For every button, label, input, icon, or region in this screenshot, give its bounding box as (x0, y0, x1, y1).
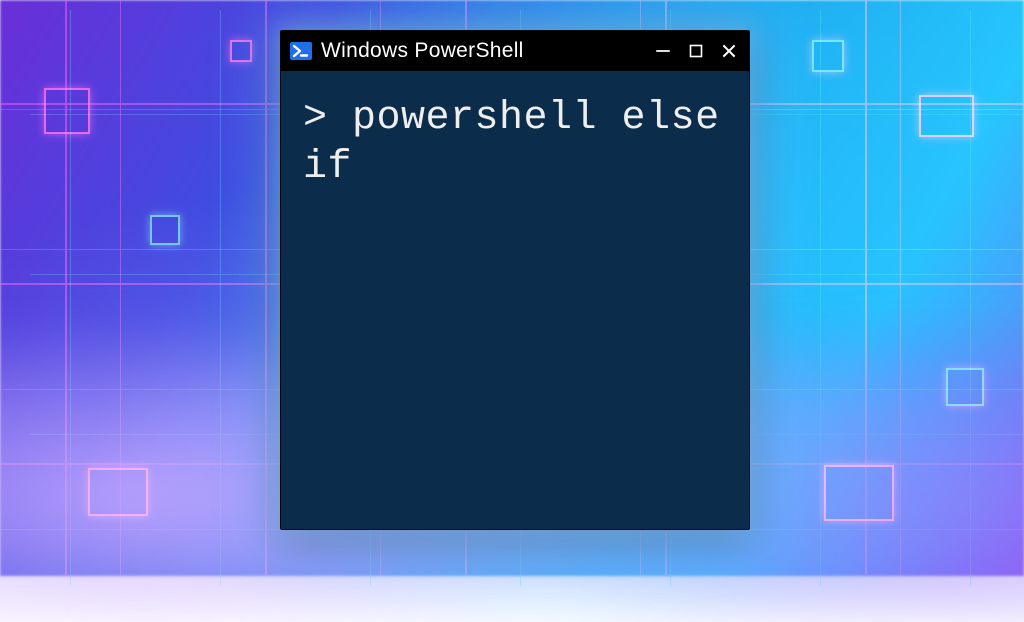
command-text: powershell else if (303, 96, 744, 190)
maximize-button[interactable] (686, 41, 706, 61)
wallpaper-chip-accent (44, 88, 90, 134)
wallpaper-chip-accent (919, 95, 974, 137)
terminal-content[interactable]: > powershell else if (281, 71, 749, 529)
powershell-icon (289, 39, 313, 63)
prompt-symbol: > (303, 96, 352, 141)
wallpaper-chip-accent (812, 40, 844, 72)
powershell-window: Windows PowerShell > powershell else if (280, 30, 750, 530)
wallpaper-chip-accent (824, 465, 894, 521)
wallpaper-chip-accent (150, 215, 180, 245)
wallpaper-chip-accent (946, 368, 984, 406)
close-button[interactable] (719, 41, 739, 61)
window-titlebar[interactable]: Windows PowerShell (281, 31, 749, 71)
window-controls (653, 41, 739, 61)
wallpaper-chip-accent (230, 40, 252, 62)
wallpaper-chip-accent (88, 468, 148, 516)
minimize-button[interactable] (653, 41, 673, 61)
window-title: Windows PowerShell (321, 39, 645, 63)
